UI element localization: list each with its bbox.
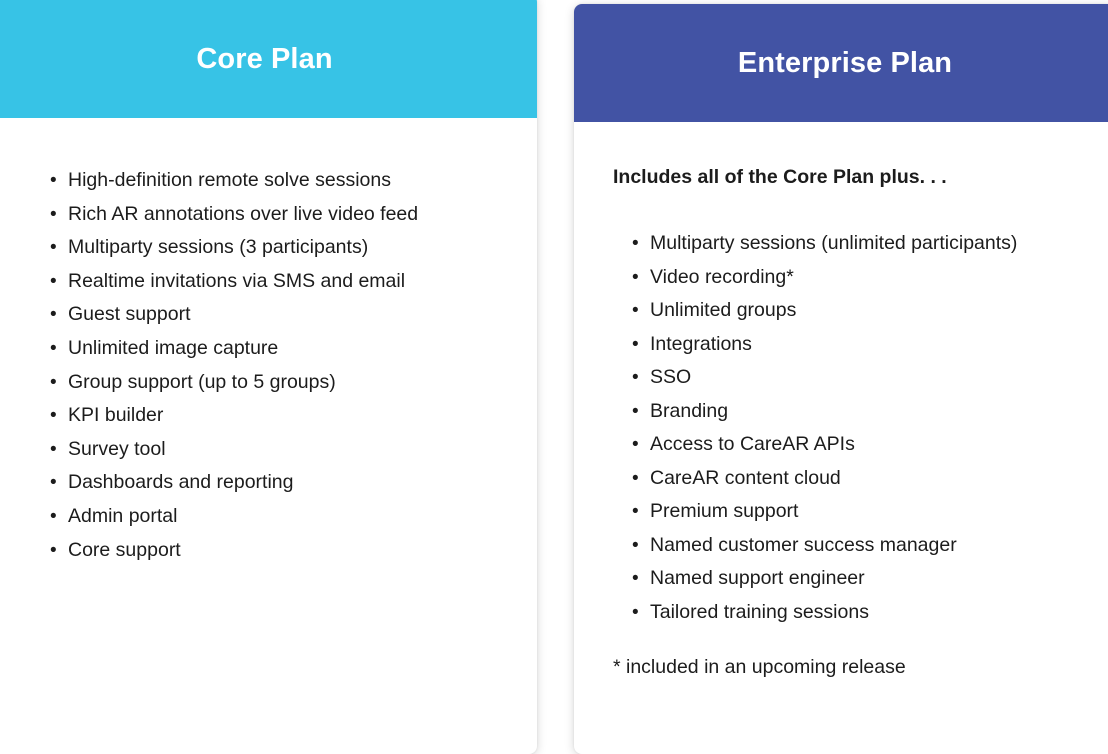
- core-feature-item-label: Rich AR annotations over live video feed: [68, 202, 419, 225]
- bullet-icon: •: [632, 400, 639, 422]
- bullet-icon: •: [632, 601, 639, 623]
- bullet-icon: •: [632, 367, 639, 388]
- enterprise-feature-item: • Access to CareAR APIs: [629, 428, 1017, 462]
- core-feature-item-label: Admin portal: [68, 504, 178, 527]
- core-feature-item: • KPI builder: [47, 399, 418, 433]
- bullet-icon: •: [632, 534, 639, 556]
- core-feature-item-label: Dashboards and reporting: [68, 471, 294, 494]
- bullet-icon: •: [632, 434, 639, 455]
- bullet-icon: •: [50, 270, 57, 292]
- enterprise-feature-item-label: Tailored training sessions: [650, 600, 869, 623]
- enterprise-feature-item: • Unlimited groups: [629, 294, 1017, 328]
- plan-header-core: Core Plan: [0, 0, 537, 118]
- core-feature-item: • High-definition remote solve sessions: [47, 164, 418, 198]
- bullet-icon: •: [50, 472, 57, 494]
- core-feature-item: • Guest support: [47, 298, 418, 332]
- bullet-icon: •: [50, 203, 57, 225]
- enterprise-feature-item-label: Named customer success manager: [650, 533, 957, 556]
- bullet-icon: •: [50, 505, 57, 527]
- bullet-icon: •: [50, 371, 57, 393]
- core-feature-item: • Group support (up to 5 groups): [47, 366, 418, 400]
- enterprise-feature-item-label: Access to CareAR APIs: [650, 433, 855, 455]
- bullet-icon: •: [632, 233, 639, 254]
- core-feature-item-label: Unlimited image capture: [68, 336, 279, 359]
- enterprise-feature-item-label: Branding: [650, 399, 729, 422]
- core-feature-item: • Multiparty sessions (3 participants): [47, 231, 418, 265]
- enterprise-feature-item: • Tailored training sessions: [629, 596, 1017, 630]
- enterprise-feature-item: • SSO: [629, 361, 1017, 395]
- bullet-icon: •: [632, 266, 639, 288]
- core-feature-item: • Realtime invitations via SMS and email: [47, 265, 418, 299]
- bullet-icon: •: [50, 438, 57, 460]
- core-feature-item-label: High-definition remote solve sessions: [68, 169, 391, 191]
- enterprise-feature-item-label: Multiparty sessions (unlimited participa…: [650, 232, 1018, 254]
- enterprise-feature-item: • Multiparty sessions (unlimited particip…: [629, 227, 1017, 261]
- core-feature-item: • Unlimited image capture: [47, 332, 418, 366]
- enterprise-feature-item: • Branding: [629, 395, 1017, 429]
- bullet-icon: •: [632, 333, 639, 355]
- bullet-icon: •: [632, 300, 639, 321]
- feature-list-core: • High-definition remote solve sessions • R…: [47, 164, 418, 567]
- enterprise-footnote: * included in an upcoming release: [613, 656, 906, 678]
- enterprise-feature-item: • Video recording*: [629, 261, 1017, 295]
- enterprise-intro-text: Includes all of the Core Plan plus. . .: [613, 166, 947, 188]
- enterprise-feature-item: • Named support engineer: [629, 562, 1017, 596]
- core-feature-item-label: Core support: [68, 538, 181, 561]
- core-feature-item: • Core support: [47, 534, 418, 568]
- enterprise-feature-item-label: CareAR content cloud: [650, 466, 841, 489]
- core-feature-item-label: Multiparty sessions (3 participants): [68, 236, 369, 259]
- plan-title-enterprise: Enterprise Plan: [737, 46, 953, 79]
- enterprise-feature-item-label: Integrations: [650, 332, 752, 355]
- core-feature-item-label: Realtime invitations via SMS and email: [68, 269, 406, 292]
- core-feature-item-label: Survey tool: [68, 437, 166, 460]
- enterprise-feature-item-label: Unlimited groups: [650, 299, 797, 321]
- bullet-icon: •: [632, 568, 639, 589]
- enterprise-feature-item-label: Premium support: [650, 500, 799, 522]
- plan-title-core: Core Plan: [196, 42, 333, 75]
- enterprise-feature-item-label: Video recording*: [650, 265, 794, 288]
- enterprise-feature-item: • Named customer success manager: [629, 529, 1017, 563]
- bullet-icon: •: [632, 467, 639, 489]
- bullet-icon: •: [50, 337, 57, 359]
- bullet-icon: •: [50, 170, 57, 191]
- core-feature-item: • Dashboards and reporting: [47, 466, 418, 500]
- core-feature-item: • Admin portal: [47, 500, 418, 534]
- feature-list-enterprise: • Multiparty sessions (unlimited particip…: [629, 227, 1017, 629]
- bullet-icon: •: [50, 237, 57, 259]
- core-feature-item: • Survey tool: [47, 433, 418, 467]
- enterprise-feature-item: • CareAR content cloud: [629, 462, 1017, 496]
- pricing-comparison: Core Plan Enterprise Plan • High-definiti…: [0, 0, 1108, 754]
- enterprise-feature-item-label: SSO: [650, 366, 692, 388]
- bullet-icon: •: [50, 304, 57, 326]
- core-feature-item-label: Group support (up to 5 groups): [68, 370, 336, 393]
- bullet-icon: •: [50, 539, 57, 561]
- core-feature-item-label: Guest support: [68, 303, 191, 326]
- enterprise-feature-item: • Premium support: [629, 495, 1017, 529]
- core-feature-item: • Rich AR annotations over live video fee…: [47, 198, 418, 232]
- enterprise-feature-item: • Integrations: [629, 328, 1017, 362]
- core-feature-item-label: KPI builder: [68, 404, 164, 427]
- plan-header-enterprise: Enterprise Plan: [574, 4, 1108, 122]
- bullet-icon: •: [632, 501, 639, 522]
- bullet-icon: •: [50, 405, 57, 427]
- enterprise-feature-item-label: Named support engineer: [650, 567, 865, 589]
